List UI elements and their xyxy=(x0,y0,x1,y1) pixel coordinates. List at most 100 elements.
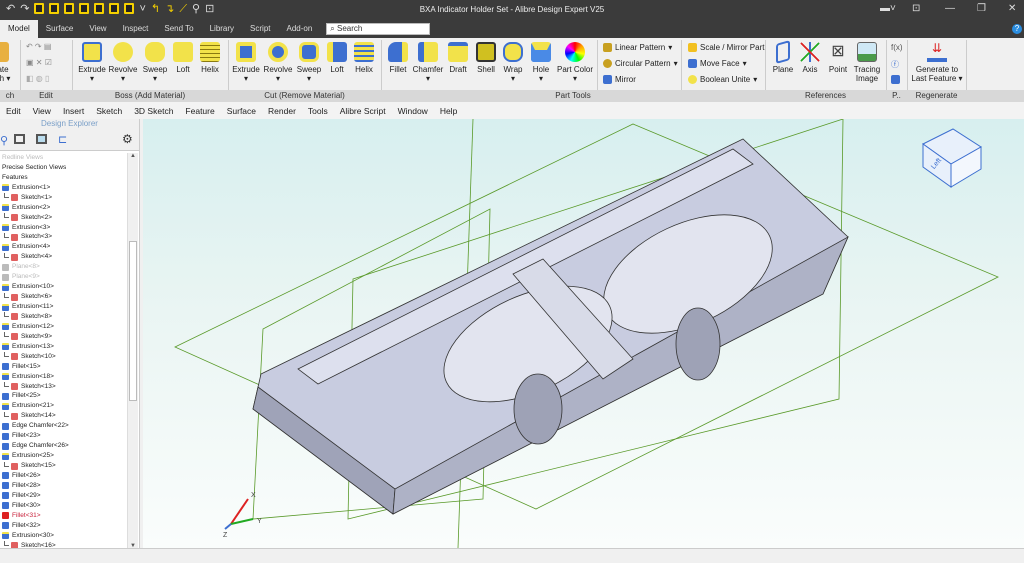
tree-item[interactable]: Precise Section Views xyxy=(0,163,127,173)
menu-feature[interactable]: Feature xyxy=(179,106,220,116)
tab-inspect[interactable]: Inspect xyxy=(115,20,157,38)
cut-revolve-button[interactable]: Revolve ▾ xyxy=(261,42,295,83)
tree-item[interactable]: Fillet<15> xyxy=(0,362,127,372)
tab-surface[interactable]: Surface xyxy=(38,20,82,38)
tab-send-to[interactable]: Send To xyxy=(156,20,201,38)
undo-button[interactable]: ↶ ↷ ▤ xyxy=(26,42,51,51)
minimize-button[interactable]: — xyxy=(945,3,955,14)
tree-item[interactable]: Extrusion<1> xyxy=(0,183,127,193)
circular-pattern-button[interactable]: Circular Pattern ▾ xyxy=(603,59,678,68)
scrollbar-thumb[interactable] xyxy=(129,241,137,401)
linear-pattern-button[interactable]: Linear Pattern ▾ xyxy=(603,43,672,52)
delete-button[interactable]: ▣ ✕ ☑ xyxy=(26,58,52,67)
tree-item[interactable]: Extrusion<11> xyxy=(0,302,127,312)
mirror-button[interactable]: Mirror xyxy=(603,75,636,84)
help-window-icon[interactable]: ⊡ xyxy=(912,3,920,14)
maximize-button[interactable]: ❐ xyxy=(977,3,986,14)
display-icon[interactable] xyxy=(14,134,25,144)
boss-extrude-button[interactable]: Extrude ▾ xyxy=(75,42,109,83)
tree-item[interactable]: Fillet<29> xyxy=(0,491,127,501)
tree-item[interactable]: Edge Chamfer<22> xyxy=(0,421,127,431)
copy-button[interactable]: ◧ ◍ ▯ xyxy=(26,74,49,83)
sketch-button[interactable]: atech ▾ xyxy=(0,42,20,83)
tree-item[interactable]: Fillet<25> xyxy=(0,392,127,402)
menu-tools[interactable]: Tools xyxy=(302,106,334,116)
tab-script[interactable]: Script xyxy=(242,20,278,38)
menu-edit[interactable]: Edit xyxy=(0,106,27,116)
fillet-button[interactable]: Fillet xyxy=(381,42,415,74)
tree-item[interactable]: Redline Views xyxy=(0,153,127,163)
tree-item[interactable]: Extrusion<12> xyxy=(0,322,127,332)
tab-add-on[interactable]: Add-on xyxy=(279,20,321,38)
menu-alibre-script[interactable]: Alibre Script xyxy=(334,106,392,116)
view-cube[interactable]: Left xyxy=(922,128,982,188)
tree-item[interactable]: Edge Chamfer<26> xyxy=(0,441,127,451)
tree-item[interactable]: Extrusion<2> xyxy=(0,203,127,213)
tree-item[interactable]: Sketch<1> xyxy=(0,193,127,203)
tree-item[interactable]: Sketch<3> xyxy=(0,232,127,243)
hierarchy-icon[interactable]: ⊏ xyxy=(58,133,67,146)
tracing-image-button[interactable]: Tracing Image xyxy=(849,42,885,83)
tree-scrollbar[interactable]: ▲ ▼ xyxy=(127,153,138,549)
chamfer-button[interactable]: Chamfer ▾ xyxy=(411,42,445,83)
tree-item[interactable]: Extrusion<13> xyxy=(0,342,127,352)
tree-item[interactable]: Sketch<10> xyxy=(0,352,127,362)
tree-item[interactable]: Sketch<14> xyxy=(0,411,127,421)
hole-button[interactable]: Hole ▾ xyxy=(524,42,558,83)
3d-viewport[interactable]: X Y Z Left xyxy=(143,118,1024,549)
tree-item[interactable]: Features xyxy=(0,173,127,183)
boss-helix-button[interactable]: Helix xyxy=(193,42,227,74)
tree-item[interactable]: Extrusion<18> xyxy=(0,372,127,382)
scroll-up-icon[interactable]: ▲ xyxy=(128,153,138,159)
menu-sketch[interactable]: Sketch xyxy=(90,106,128,116)
screen-icon[interactable] xyxy=(36,134,47,144)
tree-item[interactable]: Sketch<13> xyxy=(0,382,127,392)
boolean-unite-button[interactable]: Boolean Unite ▾ xyxy=(688,75,757,84)
tree-item[interactable]: Sketch<4> xyxy=(0,252,127,262)
tree-icon[interactable]: ⚲ xyxy=(0,134,8,147)
tree-item[interactable]: Extrusion<30> xyxy=(0,531,127,541)
tree-item[interactable]: Fillet<28> xyxy=(0,481,127,491)
cut-helix-button[interactable]: Helix xyxy=(347,42,381,74)
tree-item[interactable]: Extrusion<10> xyxy=(0,282,127,292)
tree-item[interactable]: Fillet<26> xyxy=(0,471,127,481)
tree-item[interactable]: Extrusion<25> xyxy=(0,451,127,461)
close-button[interactable]: ✕ xyxy=(1008,3,1016,14)
generate-to-last-feature-button[interactable]: ⇊ Generate to Last Feature ▾ xyxy=(910,42,964,83)
tree-item[interactable]: Sketch<8> xyxy=(0,312,127,322)
menu-insert[interactable]: Insert xyxy=(57,106,90,116)
scale-mirror-part-button[interactable]: Scale / Mirror Part xyxy=(688,43,764,52)
help-icon[interactable]: ? xyxy=(1012,24,1022,34)
tree-item[interactable]: Sketch<15> xyxy=(0,461,127,471)
display-icon[interactable]: ▬˅ xyxy=(880,3,896,14)
tree-item[interactable]: Sketch<6> xyxy=(0,292,127,302)
tree-item[interactable]: Fillet<31> xyxy=(0,511,127,521)
menu-3d-sketch[interactable]: 3D Sketch xyxy=(128,106,179,116)
menu-help[interactable]: Help xyxy=(434,106,463,116)
equation-icon[interactable]: f(x) xyxy=(891,43,903,52)
tree-item[interactable]: Extrusion<4> xyxy=(0,242,127,252)
tree-item[interactable]: Extrusion<21> xyxy=(0,401,127,411)
search-input[interactable]: ⌕ Search xyxy=(326,23,431,35)
tree-item[interactable]: Fillet<32> xyxy=(0,521,127,531)
part-color-button[interactable]: Part Color ▾ xyxy=(556,42,594,83)
tree-item[interactable]: Plane<8> xyxy=(0,262,127,272)
menu-surface[interactable]: Surface xyxy=(221,106,262,116)
tree-item[interactable]: Sketch<9> xyxy=(0,332,127,342)
move-face-button[interactable]: Move Face ▾ xyxy=(688,59,747,68)
parameters-icon[interactable]: ⓕ xyxy=(891,59,899,70)
tree-item[interactable]: Fillet<30> xyxy=(0,501,127,511)
menu-render[interactable]: Render xyxy=(262,106,302,116)
boss-revolve-button[interactable]: Revolve ▾ xyxy=(106,42,140,83)
gear-icon[interactable]: ⚙ xyxy=(122,132,133,146)
tree-item[interactable]: Fillet<23> xyxy=(0,431,127,441)
design-table-icon[interactable] xyxy=(891,75,900,84)
tree-item[interactable]: Sketch<2> xyxy=(0,213,127,223)
tab-view[interactable]: View xyxy=(81,20,114,38)
menu-view[interactable]: View xyxy=(27,106,57,116)
tree-item[interactable]: Extrusion<3> xyxy=(0,223,127,233)
tree-item[interactable]: Plane<9> xyxy=(0,272,127,282)
cut-extrude-button[interactable]: Extrude ▾ xyxy=(229,42,263,83)
tab-library[interactable]: Library xyxy=(202,20,242,38)
menu-window[interactable]: Window xyxy=(392,106,434,116)
